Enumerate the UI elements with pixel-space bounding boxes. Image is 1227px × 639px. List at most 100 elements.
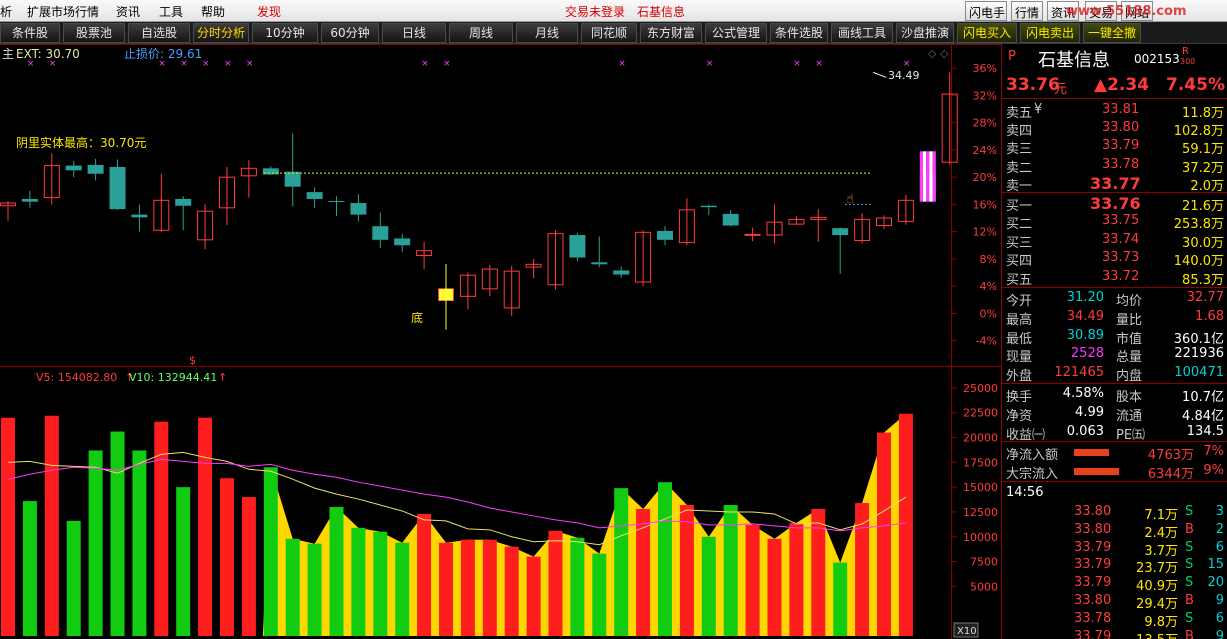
ext-label: EXT: 30.70 <box>16 47 80 61</box>
buy-level-label: 买五 <box>1006 272 1033 288</box>
flow-row: 大宗流入 6344万 9% <box>1002 462 1227 482</box>
r-sub: 300 <box>1180 57 1196 66</box>
sell-level-price[interactable]: 33.78 <box>1102 157 1139 172</box>
sell-level-price[interactable]: 33.81 <box>1102 102 1139 117</box>
login-status[interactable]: 交易未登录 <box>565 3 625 20</box>
volume-bar <box>460 539 475 636</box>
tick-row: 33.79 23.7万 S 15 <box>1002 556 1227 576</box>
tab-watchlist[interactable]: 自选股 <box>128 23 190 43</box>
volume-bar <box>307 543 322 636</box>
buy-level-price[interactable]: 33.73 <box>1102 250 1139 265</box>
stat-value: 2528 <box>1070 346 1104 362</box>
tab-drawing-tools[interactable]: 画线工具 <box>831 23 893 43</box>
tick-side: S <box>1185 504 1194 519</box>
sell-level-row: 卖五 33.81 11.8万 ¥ <box>1002 101 1227 121</box>
chart-area[interactable]: 36% 32% 28% 24% 20% 16% 12% 8% 4% 0% -4% 25000 2250… <box>0 44 1001 639</box>
buy-level-price[interactable]: 33.74 <box>1102 232 1139 247</box>
candle-body <box>569 235 586 258</box>
tab-monthly[interactable]: 月线 <box>516 23 578 43</box>
stock-name: 石基信息 <box>1038 50 1110 71</box>
volume-bar <box>526 556 541 636</box>
ticks-header: 14:56 <box>1002 484 1227 503</box>
sell-level-price[interactable]: 33.77 <box>1090 174 1141 193</box>
signal-x-marker: × <box>421 59 429 69</box>
stop-loss-label: 止损价: 29.61 <box>124 47 202 61</box>
buy-level-label: 买一 <box>1006 199 1033 214</box>
volume-bar <box>263 467 278 636</box>
flow-pct: 9% <box>1203 463 1224 478</box>
tab-condition-stocks[interactable]: 条件股 <box>0 23 60 43</box>
sell-level-price[interactable]: 33.80 <box>1102 120 1139 135</box>
volume-signal-marker: $ <box>189 354 196 367</box>
signal-x-marker: × <box>793 59 801 69</box>
quote-button[interactable]: 行情 <box>1011 1 1043 21</box>
menu-item-analysis[interactable]: 析 <box>0 3 12 20</box>
tab-tonghuashun[interactable]: 同花顺 <box>581 23 637 43</box>
buy-level-price[interactable]: 33.75 <box>1102 213 1139 228</box>
price-change: ▲2.34 <box>1094 75 1150 95</box>
tick-price: 33.80 <box>1074 593 1112 608</box>
tab-10-minute[interactable]: 10分钟 <box>252 23 318 43</box>
candle-body <box>65 165 82 171</box>
tab-eastmoney[interactable]: 东方财富 <box>640 23 702 43</box>
flash-trader-button[interactable]: 闪电手 <box>965 1 1007 21</box>
hand-cursor-icon: ☝ <box>846 192 854 207</box>
signal-x-marker: × <box>706 59 714 69</box>
tick-side: S <box>1185 557 1194 573</box>
tab-intraday-analysis[interactable]: 分时分析 <box>193 23 249 43</box>
flash-buy-button[interactable]: 闪电买入 <box>957 23 1017 43</box>
signal-x-marker: × <box>618 59 626 69</box>
tab-weekly[interactable]: 周线 <box>449 23 513 43</box>
volume-bar <box>44 415 59 636</box>
tick-row: 33.79 13.5万 B 9 <box>1002 628 1227 639</box>
stat-label: 总量 <box>1116 350 1143 366</box>
price-axis-tick: 24% <box>973 144 997 157</box>
flow-bar <box>1074 468 1119 475</box>
volume-bar <box>592 553 607 636</box>
fundamental-row: 收益㈠ 0.063 PE㈤ 134.5 <box>1002 423 1227 443</box>
menu-item-help[interactable]: 帮助 <box>201 3 225 20</box>
collapse-icon[interactable]: ◇ <box>940 47 949 60</box>
tab-condition-select[interactable]: 条件选股 <box>770 23 828 43</box>
tab-daily[interactable]: 日线 <box>382 23 446 43</box>
flow-value: 4763万 <box>1147 448 1194 463</box>
sell-level-row: 卖四 33.80 102.8万 <box>1002 119 1227 139</box>
sell-level-volume: 59.1万 <box>1182 142 1224 158</box>
price-axis-tick: -4% <box>976 335 997 348</box>
app-window: { "menu": { "items": ["析","扩展市场行情","资讯",… <box>0 0 1227 639</box>
menu-stock-name: 石基信息 <box>637 5 686 19</box>
diamond-icon[interactable]: ◇ <box>928 47 937 60</box>
buy-level-price[interactable]: 33.72 <box>1102 269 1139 284</box>
candle-body <box>394 238 411 246</box>
fundamental-row: 净资 4.99 流通 4.84亿 <box>1002 404 1227 424</box>
sell-level-price[interactable]: 33.79 <box>1102 138 1139 153</box>
flow-bar <box>1074 449 1109 456</box>
volume-axis-tick: 10000 <box>963 531 998 544</box>
candle-body <box>284 171 301 187</box>
signal-x-marker: × <box>224 59 232 69</box>
buy-level-volume: 85.3万 <box>1182 272 1224 288</box>
tab-60-minute[interactable]: 60分钟 <box>321 23 379 43</box>
tick-volume: 13.5万 <box>1136 629 1178 639</box>
tab-stock-pool[interactable]: 股票池 <box>63 23 125 43</box>
stat-value: 121465 <box>1054 365 1104 381</box>
menu-item-tools[interactable]: 工具 <box>159 3 183 20</box>
cancel-all-button[interactable]: 一键全撤 <box>1083 23 1141 43</box>
menu-item-discover[interactable]: 发现 <box>257 3 281 20</box>
signal-candle-stripe <box>923 151 927 202</box>
menu-item-extended-market[interactable]: 扩展市场行情 <box>27 3 99 20</box>
tab-formula-manage[interactable]: 公式管理 <box>705 23 767 43</box>
stat-value: 360.1亿 <box>1173 331 1224 347</box>
flow-row: 净流入额 4763万 7% <box>1002 443 1227 463</box>
tab-sandbox[interactable]: 沙盘推演 <box>896 23 954 43</box>
tick-count: 6 <box>1215 539 1224 555</box>
tick-row: 33.80 7.1万 S 3 <box>1002 503 1227 523</box>
menu-item-news[interactable]: 资讯 <box>116 3 140 20</box>
flow-pct: 7% <box>1203 444 1224 459</box>
flash-sell-button[interactable]: 闪电卖出 <box>1020 23 1080 43</box>
volume-bar <box>110 431 125 636</box>
bottom-marker: 底 <box>411 310 423 325</box>
buy-level-price[interactable]: 33.76 <box>1090 194 1141 213</box>
tick-row: 33.80 2.4万 B 2 <box>1002 521 1227 541</box>
tick-side: B <box>1185 521 1194 537</box>
